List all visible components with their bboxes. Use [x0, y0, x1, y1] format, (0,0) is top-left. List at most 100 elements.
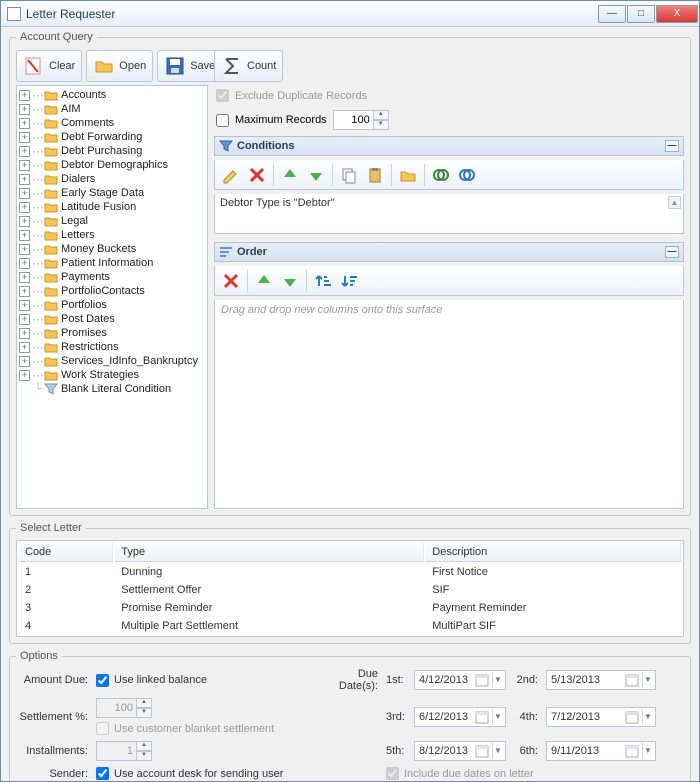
order-down-icon[interactable]: [278, 269, 302, 293]
order-delete-icon[interactable]: [219, 269, 243, 293]
spin-up-icon[interactable]: ▲: [136, 741, 152, 751]
table-row[interactable]: 4Multiple Part SettlementMultiPart SIF: [19, 618, 681, 634]
table-row[interactable]: 3Promise ReminderPayment Reminder: [19, 600, 681, 616]
open-button[interactable]: Open: [86, 50, 153, 82]
tree-item[interactable]: +⋯PortfolioContacts: [19, 284, 205, 298]
order-dropzone[interactable]: Drag and drop new columns onto this surf…: [214, 300, 684, 509]
expand-icon[interactable]: +: [19, 104, 30, 115]
expand-icon[interactable]: +: [19, 216, 30, 227]
column-header[interactable]: Code: [19, 543, 113, 562]
conditions-text[interactable]: Debtor Type is "Debtor" ▲: [214, 194, 684, 234]
expand-icon[interactable]: +: [19, 132, 30, 143]
expand-icon[interactable]: +: [19, 300, 30, 311]
maximize-button[interactable]: □: [627, 5, 655, 23]
tree-item[interactable]: +⋯Money Buckets: [19, 242, 205, 256]
tree-item[interactable]: +⋯Early Stage Data: [19, 186, 205, 200]
spin-up-icon[interactable]: ▲: [373, 110, 389, 120]
dropdown-icon[interactable]: ▼: [492, 743, 503, 759]
tree-item[interactable]: +⋯Letters: [19, 228, 205, 242]
expand-icon[interactable]: +: [19, 202, 30, 213]
expand-icon[interactable]: +: [19, 272, 30, 283]
use-linked-checkbox[interactable]: [96, 674, 109, 687]
tree-item[interactable]: +⋯Portfolios: [19, 298, 205, 312]
expand-icon[interactable]: +: [19, 356, 30, 367]
date4-picker[interactable]: 7/12/2013▼: [546, 707, 656, 727]
tree-item[interactable]: +⋯Restrictions: [19, 340, 205, 354]
spin-down-icon[interactable]: ▼: [373, 120, 389, 130]
edit-icon[interactable]: [219, 163, 243, 187]
move-down-icon[interactable]: [304, 163, 328, 187]
save-button[interactable]: Save: [157, 50, 222, 82]
dropdown-icon[interactable]: ▼: [492, 709, 503, 725]
dropdown-icon[interactable]: ▼: [492, 672, 503, 688]
max-records-value[interactable]: [333, 110, 373, 130]
tree-item[interactable]: +⋯Debt Purchasing: [19, 144, 205, 158]
date5-picker[interactable]: 8/12/2013▼: [414, 741, 506, 761]
scroll-up-icon[interactable]: ▲: [668, 196, 681, 209]
tree-item[interactable]: +⋯Services_IdInfo_Bankruptcy: [19, 354, 205, 368]
spin-down-icon[interactable]: ▼: [136, 751, 152, 761]
dropdown-icon[interactable]: ▼: [642, 709, 653, 725]
copy-icon[interactable]: [337, 163, 361, 187]
settlement-spinner[interactable]: ▲▼: [96, 698, 152, 718]
include-dates-checkbox[interactable]: [386, 767, 399, 780]
tree-item[interactable]: +⋯Promises: [19, 326, 205, 340]
expand-icon[interactable]: +: [19, 174, 30, 185]
expand-icon[interactable]: +: [19, 342, 30, 353]
sort-asc-icon[interactable]: [311, 269, 335, 293]
order-collapse-button[interactable]: —: [665, 246, 679, 258]
blanket-checkbox[interactable]: [96, 722, 109, 735]
expand-icon[interactable]: +: [19, 230, 30, 241]
tree-item[interactable]: +⋯AIM: [19, 102, 205, 116]
tree-item[interactable]: +⋯Comments: [19, 116, 205, 130]
expand-icon[interactable]: +: [19, 118, 30, 129]
expand-icon[interactable]: +: [19, 370, 30, 381]
expand-icon[interactable]: +: [19, 160, 30, 171]
letter-grid[interactable]: CodeTypeDescription 1DunningFirst Notice…: [16, 540, 684, 637]
table-row[interactable]: 2Settlement OfferSIF: [19, 582, 681, 598]
exclude-duplicates-checkbox[interactable]: [216, 89, 229, 102]
tree-item[interactable]: +⋯Payments: [19, 270, 205, 284]
table-row[interactable]: 1DunningFirst Notice: [19, 564, 681, 580]
minimize-button[interactable]: —: [598, 5, 626, 23]
group-and-icon[interactable]: [429, 163, 453, 187]
tree-item[interactable]: +⋯Debt Forwarding: [19, 130, 205, 144]
expand-icon[interactable]: +: [19, 328, 30, 339]
max-records-checkbox[interactable]: [216, 114, 229, 127]
tree-item[interactable]: +⋯Dialers: [19, 172, 205, 186]
date1-picker[interactable]: 4/12/2013▼: [414, 670, 506, 690]
expand-icon[interactable]: +: [19, 244, 30, 255]
count-button[interactable]: Count: [214, 50, 283, 82]
tree-item[interactable]: +⋯Post Dates: [19, 312, 205, 326]
group-or-icon[interactable]: [455, 163, 479, 187]
installments-spinner[interactable]: ▲▼: [96, 741, 152, 761]
tree-item[interactable]: +⋯Work Strategies: [19, 368, 205, 382]
date2-picker[interactable]: 5/13/2013▼: [546, 670, 656, 690]
expand-icon[interactable]: +: [19, 286, 30, 297]
dropdown-icon[interactable]: ▼: [642, 672, 653, 688]
delete-icon[interactable]: [245, 163, 269, 187]
expand-icon[interactable]: +: [19, 146, 30, 157]
order-up-icon[interactable]: [252, 269, 276, 293]
expand-icon[interactable]: +: [19, 90, 30, 101]
expand-icon[interactable]: +: [19, 188, 30, 199]
conditions-collapse-button[interactable]: —: [665, 140, 679, 152]
move-up-icon[interactable]: [278, 163, 302, 187]
tree-item[interactable]: +⋯Accounts: [19, 88, 205, 102]
clear-button[interactable]: Clear: [16, 50, 82, 82]
column-header[interactable]: Description: [426, 543, 681, 562]
expand-icon[interactable]: +: [19, 258, 30, 269]
close-window-button[interactable]: X: [656, 5, 698, 23]
date6-picker[interactable]: 9/11/2013▼: [546, 741, 656, 761]
column-header[interactable]: Type: [115, 543, 424, 562]
folder-icon[interactable]: [396, 163, 420, 187]
max-records-spinner[interactable]: ▲▼: [333, 110, 389, 130]
query-tree[interactable]: +⋯Accounts+⋯AIM+⋯Comments+⋯Debt Forwardi…: [16, 85, 208, 509]
date3-picker[interactable]: 6/12/2013▼: [414, 707, 506, 727]
installments-value[interactable]: [96, 741, 136, 761]
tree-item[interactable]: +⋯Legal: [19, 214, 205, 228]
paste-icon[interactable]: [363, 163, 387, 187]
tree-item[interactable]: +⋯Latitude Fusion: [19, 200, 205, 214]
sort-desc-icon[interactable]: [337, 269, 361, 293]
tree-leaf[interactable]: └Blank Literal Condition: [19, 382, 205, 396]
